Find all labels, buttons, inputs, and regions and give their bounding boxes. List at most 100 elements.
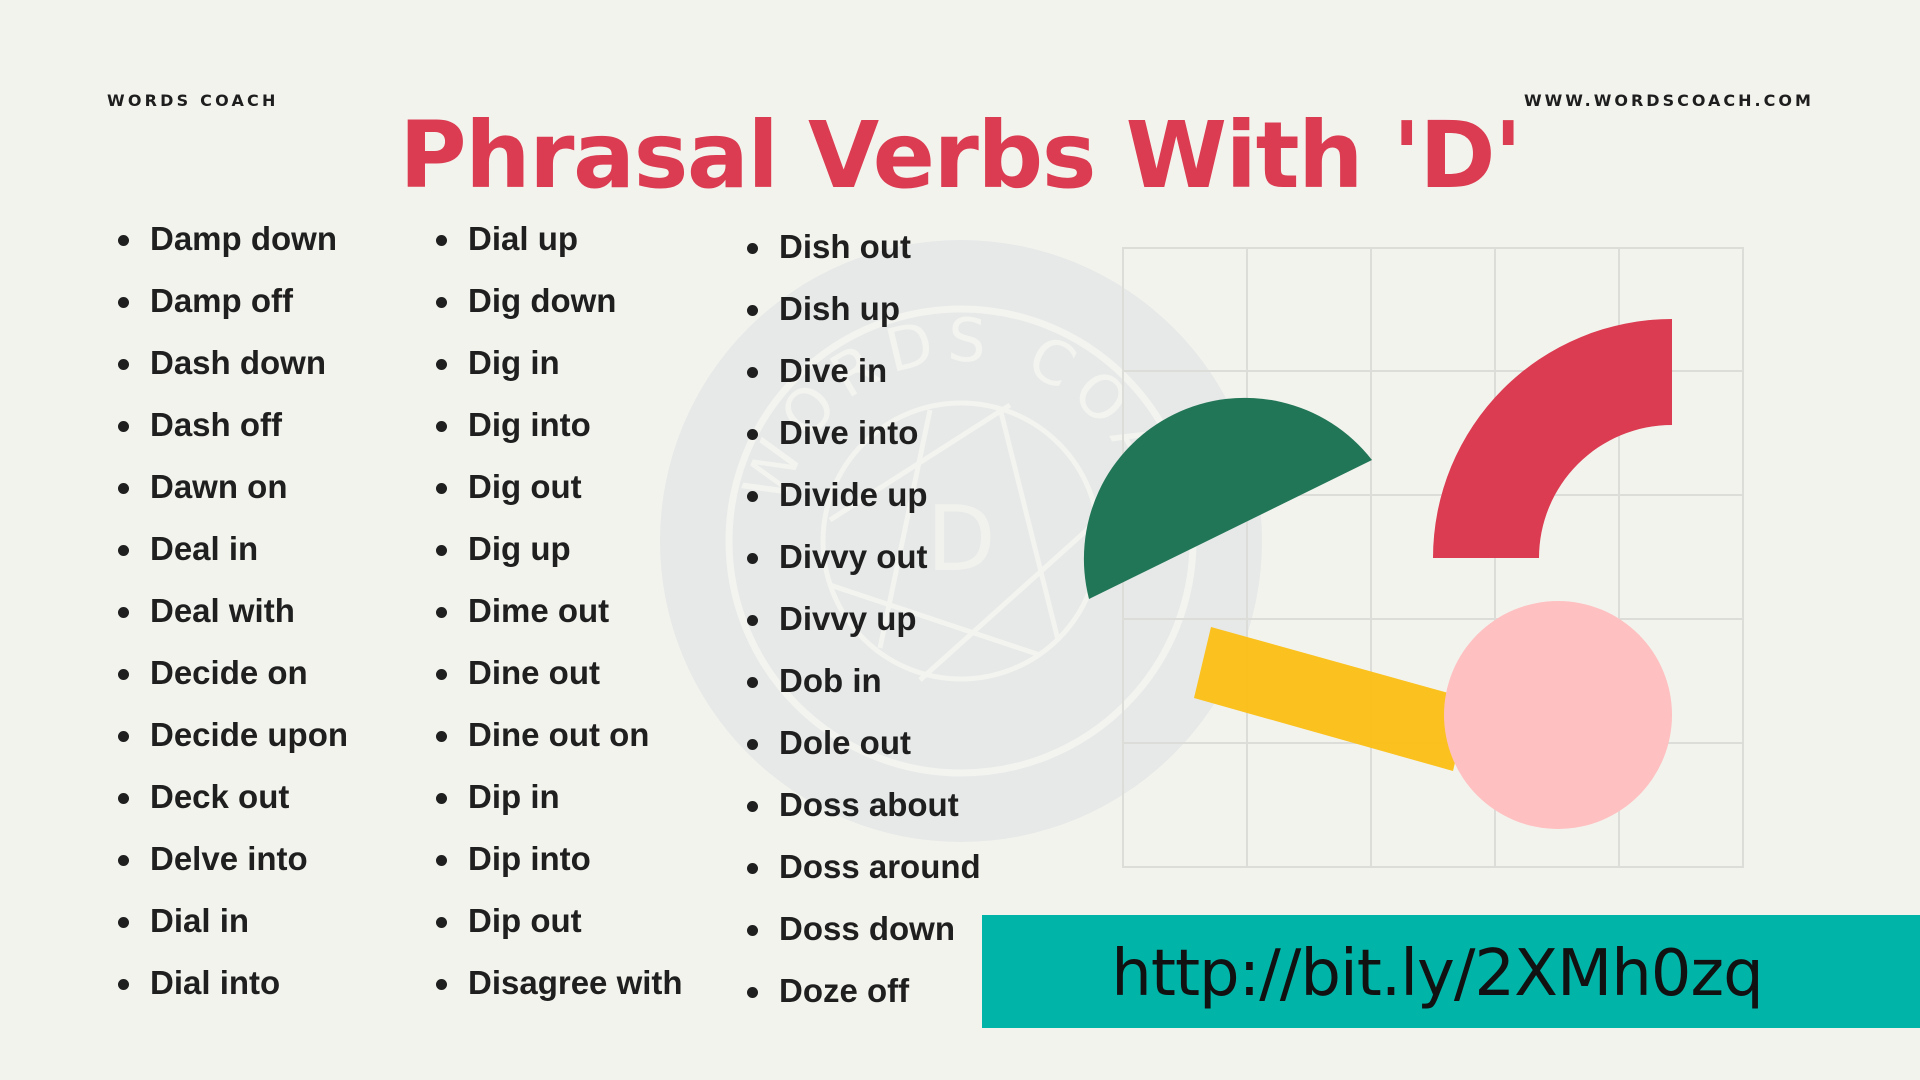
- phrasal-verb-text: Dig up: [468, 530, 571, 567]
- phrasal-verb-item: Delve into: [118, 828, 348, 890]
- phrasal-verb-text: Dish up: [779, 290, 900, 327]
- phrasal-verb-text: Dob in: [779, 662, 882, 699]
- bullet-icon: [747, 801, 758, 812]
- phrasal-verb-item: Dial up: [436, 208, 683, 270]
- phrasal-verb-item: Damp down: [118, 208, 348, 270]
- phrasal-verb-item: Dip in: [436, 766, 683, 828]
- phrasal-verb-item: Dial in: [118, 890, 348, 952]
- phrasal-verb-text: Dive into: [779, 414, 919, 451]
- bullet-icon: [436, 359, 447, 370]
- bullet-icon: [747, 243, 758, 254]
- bullet-icon: [747, 553, 758, 564]
- bullet-icon: [118, 235, 129, 246]
- phrasal-verb-item: Dip out: [436, 890, 683, 952]
- bullet-icon: [747, 987, 758, 998]
- phrasal-verb-text: Dial in: [150, 902, 250, 939]
- bullet-icon: [118, 421, 129, 432]
- phrasal-verb-text: Doss down: [779, 910, 956, 947]
- phrasal-verb-text: Deal with: [150, 592, 295, 629]
- phrasal-verb-item: Doze off: [747, 960, 981, 1022]
- pink-circle-shape: [1444, 601, 1672, 829]
- bullet-icon: [747, 429, 758, 440]
- bullet-icon: [747, 615, 758, 626]
- banner-link[interactable]: http://bit.ly/2XMh0zq: [1111, 937, 1763, 1011]
- phrasal-verb-item: Dash off: [118, 394, 348, 456]
- phrasal-verb-text: Divvy up: [779, 600, 917, 637]
- bullet-icon: [118, 483, 129, 494]
- phrasal-verb-text: Dip out: [468, 902, 582, 939]
- phrasal-verb-item: Dine out: [436, 642, 683, 704]
- phrasal-verb-text: Dig into: [468, 406, 591, 443]
- bullet-icon: [436, 669, 447, 680]
- phrasal-verb-text: Doze off: [779, 972, 910, 1009]
- bullet-icon: [118, 917, 129, 928]
- phrasal-verb-text: Doss around: [779, 848, 981, 885]
- phrasal-verb-text: Divvy out: [779, 538, 928, 575]
- phrasal-verb-item: Decide upon: [118, 704, 348, 766]
- bullet-icon: [436, 235, 447, 246]
- phrasal-verb-text: Dig down: [468, 282, 617, 319]
- bullet-icon: [118, 793, 129, 804]
- phrasal-verb-text: Decide on: [150, 654, 308, 691]
- bullet-icon: [436, 607, 447, 618]
- bullet-icon: [436, 855, 447, 866]
- phrasal-verb-text: Dig in: [468, 344, 560, 381]
- bullet-icon: [436, 731, 447, 742]
- phrasal-verb-item: Dish up: [747, 278, 981, 340]
- bullet-icon: [118, 979, 129, 990]
- phrasal-verb-text: Dash off: [150, 406, 282, 443]
- phrasal-verb-item: Doss down: [747, 898, 981, 960]
- bullet-icon: [118, 731, 129, 742]
- phrasal-verb-item: Dob in: [747, 650, 981, 712]
- bullet-icon: [436, 917, 447, 928]
- bullet-icon: [747, 739, 758, 750]
- phrasal-verb-text: Dive in: [779, 352, 888, 389]
- phrasal-verb-item: Dash down: [118, 332, 348, 394]
- phrasal-verb-item: Divvy out: [747, 526, 981, 588]
- red-quarter-ring-shape: [1433, 319, 1672, 558]
- phrasal-verb-text: Dip in: [468, 778, 560, 815]
- yellow-bar-shape: [1194, 627, 1470, 771]
- phrasal-verb-item: Dig up: [436, 518, 683, 580]
- phrasal-verb-item: Dig into: [436, 394, 683, 456]
- bullet-icon: [118, 607, 129, 618]
- phrasal-verb-text: Dine out on: [468, 716, 650, 753]
- phrasal-verb-text: Dole out: [779, 724, 911, 761]
- phrasal-verb-text: Dime out: [468, 592, 610, 629]
- phrasal-verb-item: Doss around: [747, 836, 981, 898]
- phrasal-verb-text: Dial up: [468, 220, 579, 257]
- phrasal-verb-item: Dive into: [747, 402, 981, 464]
- bullet-icon: [118, 545, 129, 556]
- bullet-icon: [436, 979, 447, 990]
- bullet-icon: [118, 297, 129, 308]
- link-banner[interactable]: http://bit.ly/2XMh0zq: [982, 915, 1920, 1028]
- phrasal-verb-item: Dig in: [436, 332, 683, 394]
- bullet-icon: [118, 669, 129, 680]
- phrasal-verb-item: Dial into: [118, 952, 348, 1014]
- bullet-icon: [118, 359, 129, 370]
- phrasal-verb-text: Damp down: [150, 220, 337, 257]
- phrasal-verb-item: Damp off: [118, 270, 348, 332]
- phrasal-verb-text: Decide upon: [150, 716, 349, 753]
- phrasal-verb-item: Dime out: [436, 580, 683, 642]
- bullet-icon: [436, 483, 447, 494]
- bullet-icon: [747, 367, 758, 378]
- bullet-icon: [118, 855, 129, 866]
- phrasal-verb-text: Disagree with: [468, 964, 683, 1001]
- phrasal-verb-item: Dive in: [747, 340, 981, 402]
- phrasal-verb-item: Deal with: [118, 580, 348, 642]
- bullet-icon: [747, 677, 758, 688]
- phrasal-verb-item: Divvy up: [747, 588, 981, 650]
- phrasal-verb-text: Dawn on: [150, 468, 288, 505]
- bullet-icon: [747, 305, 758, 316]
- phrasal-verb-item: Deal in: [118, 518, 348, 580]
- phrasal-verb-list-column-3: Dish out Dish up Dive in Dive into Divide up…: [747, 216, 981, 1022]
- phrasal-verb-list-column-1: Damp down Damp off Dash down Dash off Dawn o…: [118, 208, 348, 1014]
- bullet-icon: [747, 863, 758, 874]
- phrasal-verb-item: Doss about: [747, 774, 981, 836]
- phrasal-verb-item: Dine out on: [436, 704, 683, 766]
- phrasal-verb-text: Delve into: [150, 840, 308, 877]
- phrasal-verb-list-column-2: Dial up Dig down Dig in Dig into Dig out Dig …: [436, 208, 683, 1014]
- bullet-icon: [436, 545, 447, 556]
- phrasal-verb-text: Deal in: [150, 530, 259, 567]
